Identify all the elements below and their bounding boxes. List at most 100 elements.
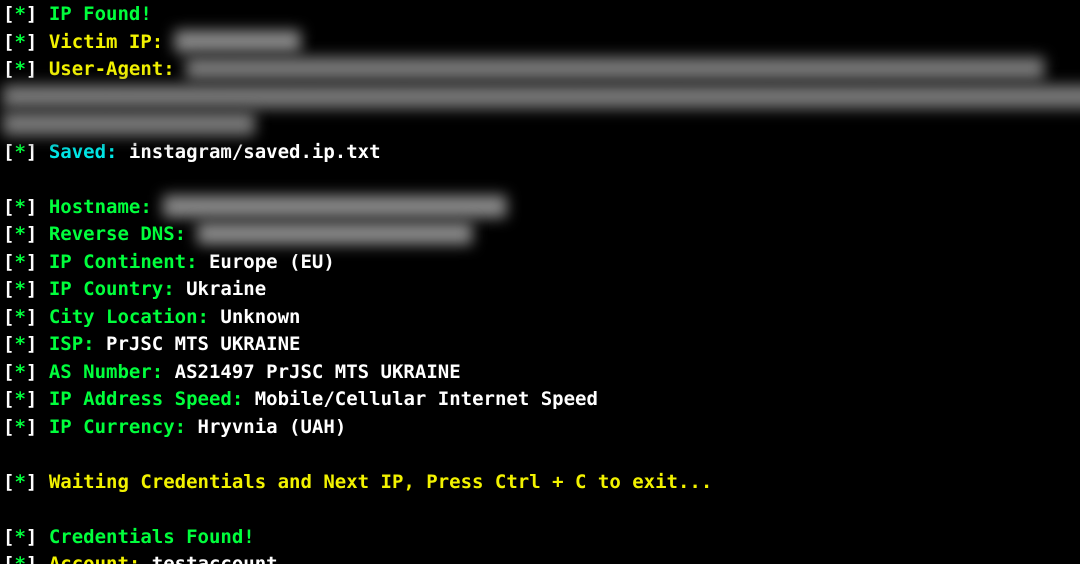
bracket: [ xyxy=(3,361,14,383)
line-user-agent: [*] User-Agent: ████████████████████████… xyxy=(3,56,1080,84)
bracket: ] xyxy=(26,196,37,218)
saved-ip-value: instagram/saved.ip.txt xyxy=(129,141,381,163)
bracket: ] xyxy=(26,31,37,53)
line-ip-found: [*] IP Found! xyxy=(3,1,1080,29)
waiting-label: Waiting Credentials and Next IP, Press C… xyxy=(49,471,712,493)
line-waiting: [*] Waiting Credentials and Next IP, Pre… xyxy=(3,469,1080,497)
bracket: ] xyxy=(26,361,37,383)
bracket: ] xyxy=(26,306,37,328)
line-reverse-dns: [*] Reverse DNS: ███████████████████████… xyxy=(3,221,1080,249)
bracket: [ xyxy=(3,31,14,53)
line-saved-ip: [*] Saved: instagram/saved.ip.txt xyxy=(3,139,1080,167)
credentials-found-label: Credentials Found! xyxy=(49,526,255,548)
star-icon: * xyxy=(14,278,25,300)
ip-speed-value: Mobile/Cellular Internet Speed xyxy=(255,388,598,410)
account-value: testaccount xyxy=(152,553,278,564)
star-icon: * xyxy=(14,306,25,328)
star-icon: * xyxy=(14,141,25,163)
star-icon: * xyxy=(14,333,25,355)
star-icon: * xyxy=(14,223,25,245)
bracket: [ xyxy=(3,471,14,493)
line-victim-ip: [*] Victim IP: ███████████ xyxy=(3,29,1080,57)
bracket: ] xyxy=(26,526,37,548)
bracket: [ xyxy=(3,306,14,328)
line-user-agent-3: ██████████████████████ xyxy=(3,111,1080,139)
ip-found-label: IP Found! xyxy=(49,3,152,25)
star-icon: * xyxy=(14,251,25,273)
line-hostname: [*] Hostname: ██████████████████████████… xyxy=(3,194,1080,222)
line-user-agent-2: ████████████████████████████████████████… xyxy=(3,84,1080,112)
bracket: ] xyxy=(26,3,37,25)
ip-continent-label: IP Continent: xyxy=(49,251,198,273)
bracket: ] xyxy=(26,223,37,245)
bracket: [ xyxy=(3,333,14,355)
blank-line xyxy=(3,166,1080,194)
bracket: [ xyxy=(3,416,14,438)
line-account: [*] Account: testaccount xyxy=(3,551,1080,564)
line-credentials-found: [*] Credentials Found! xyxy=(3,524,1080,552)
city-location-value: Unknown xyxy=(220,306,300,328)
bracket: [ xyxy=(3,3,14,25)
line-ip-continent: [*] IP Continent: Europe (EU) xyxy=(3,249,1080,277)
star-icon: * xyxy=(14,553,25,564)
hostname-label: Hostname: xyxy=(49,196,152,218)
bracket: ] xyxy=(26,388,37,410)
bracket: [ xyxy=(3,278,14,300)
bracket: ] xyxy=(26,471,37,493)
line-ip-speed: [*] IP Address Speed: Mobile/Cellular In… xyxy=(3,386,1080,414)
bracket: [ xyxy=(3,526,14,548)
star-icon: * xyxy=(14,31,25,53)
ip-speed-label: IP Address Speed: xyxy=(49,388,243,410)
terminal-output: [*] IP Found! [*] Victim IP: ███████████… xyxy=(0,0,1080,564)
user-agent-value-redacted: ██████████████████████ xyxy=(3,111,255,139)
account-label: Account: xyxy=(49,553,141,564)
hostname-value-redacted: ██████████████████████████████ xyxy=(163,196,506,218)
line-as-number: [*] AS Number: AS21497 PrJSC MTS UKRAINE xyxy=(3,359,1080,387)
bracket: [ xyxy=(3,388,14,410)
bracket: [ xyxy=(3,196,14,218)
bracket: ] xyxy=(26,141,37,163)
user-agent-label: User-Agent: xyxy=(49,58,175,80)
bracket: [ xyxy=(3,553,14,564)
ip-country-value: Ukraine xyxy=(186,278,266,300)
bracket: [ xyxy=(3,141,14,163)
bracket: ] xyxy=(26,58,37,80)
reverse-dns-label: Reverse DNS: xyxy=(49,223,186,245)
as-number-label: AS Number: xyxy=(49,361,163,383)
bracket: ] xyxy=(26,251,37,273)
star-icon: * xyxy=(14,471,25,493)
ip-country-label: IP Country: xyxy=(49,278,175,300)
line-ip-country: [*] IP Country: Ukraine xyxy=(3,276,1080,304)
bracket: [ xyxy=(3,251,14,273)
star-icon: * xyxy=(14,3,25,25)
victim-ip-value-redacted: ███████████ xyxy=(175,31,301,53)
ip-continent-value: Europe (EU) xyxy=(209,251,335,273)
user-agent-value-redacted: ████████████████████████████████████████… xyxy=(3,84,1080,112)
ip-currency-label: IP Currency: xyxy=(49,416,186,438)
star-icon: * xyxy=(14,196,25,218)
blank-line xyxy=(3,441,1080,469)
star-icon: * xyxy=(14,361,25,383)
blank-line xyxy=(3,496,1080,524)
user-agent-value-redacted: ████████████████████████████████████████… xyxy=(186,56,1044,84)
saved-label: Saved: xyxy=(49,141,118,163)
line-ip-currency: [*] IP Currency: Hryvnia (UAH) xyxy=(3,414,1080,442)
as-number-value: AS21497 PrJSC MTS UKRAINE xyxy=(175,361,461,383)
victim-ip-label: Victim IP: xyxy=(49,31,163,53)
star-icon: * xyxy=(14,58,25,80)
isp-value: PrJSC MTS UKRAINE xyxy=(106,333,300,355)
city-location-label: City Location: xyxy=(49,306,209,328)
reverse-dns-value-redacted: ████████████████████████ xyxy=(198,223,473,245)
bracket: [ xyxy=(3,223,14,245)
bracket: [ xyxy=(3,58,14,80)
bracket: ] xyxy=(26,278,37,300)
star-icon: * xyxy=(14,526,25,548)
isp-label: ISP: xyxy=(49,333,95,355)
star-icon: * xyxy=(14,416,25,438)
ip-currency-value: Hryvnia (UAH) xyxy=(198,416,347,438)
bracket: ] xyxy=(26,333,37,355)
bracket: ] xyxy=(26,553,37,564)
line-isp: [*] ISP: PrJSC MTS UKRAINE xyxy=(3,331,1080,359)
line-city-location: [*] City Location: Unknown xyxy=(3,304,1080,332)
bracket: ] xyxy=(26,416,37,438)
